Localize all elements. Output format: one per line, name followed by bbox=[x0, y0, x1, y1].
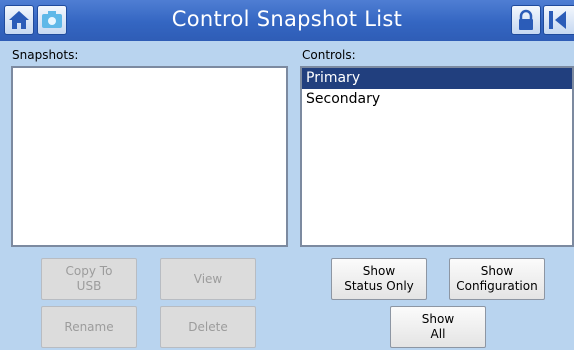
back-button[interactable] bbox=[543, 5, 574, 35]
title-bar: Control Snapshot List bbox=[0, 0, 574, 41]
show-status-only-button[interactable]: Show Status Only bbox=[331, 258, 427, 300]
snapshots-list[interactable] bbox=[11, 66, 288, 247]
delete-button[interactable]: Delete bbox=[160, 306, 256, 348]
rename-button[interactable]: Rename bbox=[41, 306, 137, 348]
show-configuration-button[interactable]: Show Configuration bbox=[449, 258, 545, 300]
back-icon bbox=[549, 11, 566, 29]
copy-to-usb-button[interactable]: Copy To USB bbox=[41, 258, 137, 300]
controls-list[interactable]: Primary Secondary bbox=[300, 66, 574, 247]
list-item-primary[interactable]: Primary bbox=[302, 68, 572, 89]
lock-icon bbox=[519, 9, 533, 30]
controls-label: Controls: bbox=[302, 48, 356, 62]
view-button[interactable]: View bbox=[160, 258, 256, 300]
page-title: Control Snapshot List bbox=[171, 7, 403, 31]
snapshots-label: Snapshots: bbox=[12, 48, 79, 62]
lock-button[interactable] bbox=[511, 5, 541, 35]
show-all-button[interactable]: Show All bbox=[390, 306, 486, 348]
list-item-secondary[interactable]: Secondary bbox=[302, 89, 572, 110]
